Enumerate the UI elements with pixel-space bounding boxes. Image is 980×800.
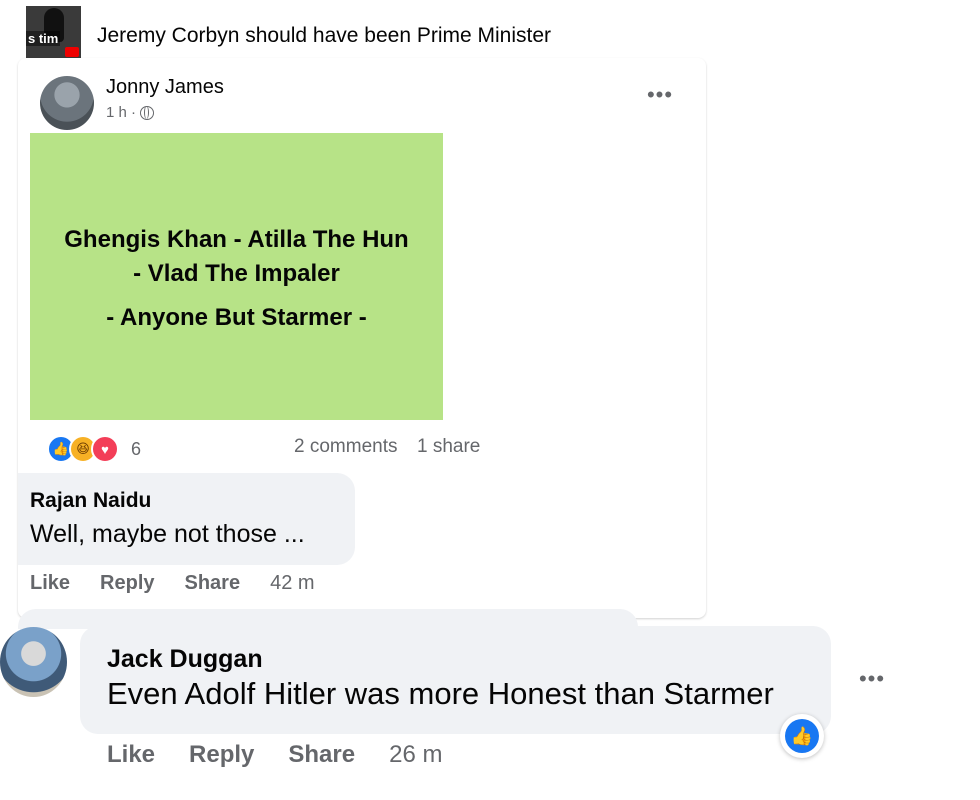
share-button[interactable]: Share — [185, 572, 241, 595]
comment-text: Well, maybe not those ... — [30, 520, 305, 548]
post-image-line-3: - Anyone But Starmer - — [106, 304, 367, 331]
like-icon: 👍 — [785, 719, 819, 753]
group-thumb-caption: s tim — [26, 31, 61, 46]
group-title[interactable]: Jeremy Corbyn should have been Prime Min… — [97, 22, 551, 50]
comment-time[interactable]: 26 m — [389, 741, 442, 769]
globe-icon — [140, 105, 155, 120]
comment-text: Even Adolf Hitler was more Honest than S… — [107, 676, 774, 711]
comment-options-button[interactable]: ••• — [852, 666, 892, 692]
comment-actions: Like Reply Share 42 m — [30, 572, 315, 595]
group-thumbnail[interactable]: s tim — [26, 6, 81, 58]
comment-bubble — [18, 473, 355, 565]
reaction-count: 6 — [131, 438, 142, 459]
reactions-summary[interactable]: 👍 😆 ♥ 6 — [47, 435, 141, 463]
like-button[interactable]: Like — [30, 572, 70, 595]
comment-actions: Like Reply Share 26 m — [107, 741, 442, 769]
share-button[interactable]: Share — [288, 741, 355, 769]
post-meta: 1 h · — [106, 104, 155, 121]
comment-time[interactable]: 42 m — [270, 572, 314, 595]
post-time[interactable]: 1 h · — [106, 104, 136, 121]
post-image-line-2: - Vlad The Impaler — [133, 260, 340, 287]
post-options-button[interactable]: ••• — [640, 84, 680, 110]
reply-button[interactable]: Reply — [189, 741, 254, 769]
reply-button[interactable]: Reply — [100, 572, 154, 595]
like-button[interactable]: Like — [107, 741, 155, 769]
shares-count-link[interactable]: 1 share — [417, 436, 480, 458]
avatar[interactable] — [0, 627, 67, 697]
post-image-line-1: Ghengis Khan - Atilla The Hun — [64, 226, 409, 253]
comments-count-link[interactable]: 2 comments — [294, 436, 397, 458]
comment-author-name[interactable]: Jack Duggan — [107, 645, 263, 674]
avatar[interactable] — [40, 76, 94, 130]
comment-author-name[interactable]: Rajan Naidu — [30, 489, 151, 513]
love-icon: ♥ — [91, 435, 119, 463]
live-badge — [65, 47, 79, 57]
comment-reaction-badge[interactable]: 👍 — [780, 714, 824, 758]
post-author-name[interactable]: Jonny James — [106, 74, 224, 100]
